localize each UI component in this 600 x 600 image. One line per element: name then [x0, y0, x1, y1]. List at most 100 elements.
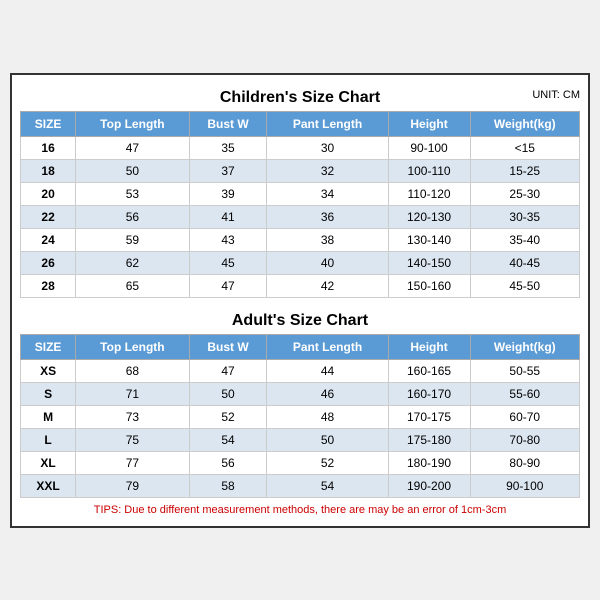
table-row: XL775652180-19080-90	[21, 451, 580, 474]
table-cell: 65	[76, 274, 190, 297]
adults-title-text: Adult's Size Chart	[232, 312, 368, 329]
table-cell: 80-90	[470, 451, 579, 474]
table-cell: 56	[76, 205, 190, 228]
table-cell: 35-40	[470, 228, 579, 251]
table-row: 28654742150-16045-50	[21, 274, 580, 297]
children-col-bust: Bust W	[189, 111, 267, 136]
adults-col-weight: Weight(kg)	[470, 334, 579, 359]
table-cell: <15	[470, 136, 579, 159]
table-row: 24594338130-14035-40	[21, 228, 580, 251]
table-row: 1647353090-100<15	[21, 136, 580, 159]
table-cell: 50-55	[470, 359, 579, 382]
adults-col-bust: Bust W	[189, 334, 267, 359]
table-cell: 32	[267, 159, 388, 182]
adults-col-height: Height	[388, 334, 470, 359]
table-cell: 41	[189, 205, 267, 228]
adults-col-top-length: Top Length	[76, 334, 190, 359]
table-cell: 20	[21, 182, 76, 205]
table-cell: 55-60	[470, 382, 579, 405]
table-row: 18503732100-11015-25	[21, 159, 580, 182]
table-cell: 43	[189, 228, 267, 251]
children-unit: UNIT: CM	[532, 89, 580, 101]
table-cell: 68	[76, 359, 190, 382]
adults-title: Adult's Size Chart	[20, 306, 580, 334]
table-cell: 25-30	[470, 182, 579, 205]
table-cell: 50	[189, 382, 267, 405]
table-cell: 62	[76, 251, 190, 274]
table-row: S715046160-17055-60	[21, 382, 580, 405]
table-cell: 75	[76, 428, 190, 451]
table-cell: 46	[267, 382, 388, 405]
table-cell: 52	[189, 405, 267, 428]
table-cell: M	[21, 405, 76, 428]
table-cell: 160-165	[388, 359, 470, 382]
table-cell: 52	[267, 451, 388, 474]
table-cell: 160-170	[388, 382, 470, 405]
table-cell: 16	[21, 136, 76, 159]
table-cell: 45-50	[470, 274, 579, 297]
tips-text: TIPS: Due to different measurement metho…	[20, 498, 580, 518]
table-cell: 110-120	[388, 182, 470, 205]
table-cell: 60-70	[470, 405, 579, 428]
table-cell: S	[21, 382, 76, 405]
table-cell: 58	[189, 474, 267, 497]
table-cell: 44	[267, 359, 388, 382]
table-row: L755450175-18070-80	[21, 428, 580, 451]
children-col-size: SIZE	[21, 111, 76, 136]
children-title-text: Children's Size Chart	[220, 89, 380, 106]
table-cell: 59	[76, 228, 190, 251]
table-cell: 50	[76, 159, 190, 182]
table-cell: 28	[21, 274, 76, 297]
table-cell: 18	[21, 159, 76, 182]
table-cell: 180-190	[388, 451, 470, 474]
table-cell: 175-180	[388, 428, 470, 451]
children-header-row: SIZE Top Length Bust W Pant Length Heigh…	[21, 111, 580, 136]
children-table: SIZE Top Length Bust W Pant Length Heigh…	[20, 111, 580, 298]
table-cell: 30	[267, 136, 388, 159]
adults-col-size: SIZE	[21, 334, 76, 359]
table-row: M735248170-17560-70	[21, 405, 580, 428]
table-cell: 47	[76, 136, 190, 159]
table-cell: 22	[21, 205, 76, 228]
table-cell: 54	[267, 474, 388, 497]
table-cell: L	[21, 428, 76, 451]
table-row: 20533934110-12025-30	[21, 182, 580, 205]
table-row: XS684744160-16550-55	[21, 359, 580, 382]
table-row: 22564136120-13030-35	[21, 205, 580, 228]
table-cell: XXL	[21, 474, 76, 497]
table-cell: 71	[76, 382, 190, 405]
table-cell: 36	[267, 205, 388, 228]
table-cell: 170-175	[388, 405, 470, 428]
table-cell: 35	[189, 136, 267, 159]
table-cell: 120-130	[388, 205, 470, 228]
table-cell: 40-45	[470, 251, 579, 274]
table-cell: 39	[189, 182, 267, 205]
table-row: 26624540140-15040-45	[21, 251, 580, 274]
table-cell: 53	[76, 182, 190, 205]
table-cell: 54	[189, 428, 267, 451]
children-col-height: Height	[388, 111, 470, 136]
table-cell: 30-35	[470, 205, 579, 228]
chart-container: Children's Size Chart UNIT: CM SIZE Top …	[10, 73, 590, 528]
table-cell: 140-150	[388, 251, 470, 274]
children-title: Children's Size Chart UNIT: CM	[20, 83, 580, 111]
table-cell: XL	[21, 451, 76, 474]
table-cell: 47	[189, 359, 267, 382]
table-cell: 77	[76, 451, 190, 474]
table-cell: 190-200	[388, 474, 470, 497]
children-col-top-length: Top Length	[76, 111, 190, 136]
table-cell: 100-110	[388, 159, 470, 182]
table-cell: 47	[189, 274, 267, 297]
table-cell: 34	[267, 182, 388, 205]
table-cell: 50	[267, 428, 388, 451]
table-cell: 73	[76, 405, 190, 428]
table-cell: 90-100	[470, 474, 579, 497]
table-cell: 48	[267, 405, 388, 428]
table-cell: 40	[267, 251, 388, 274]
table-cell: 79	[76, 474, 190, 497]
adults-table: SIZE Top Length Bust W Pant Length Heigh…	[20, 334, 580, 498]
adults-col-pant-length: Pant Length	[267, 334, 388, 359]
table-cell: 70-80	[470, 428, 579, 451]
children-col-weight: Weight(kg)	[470, 111, 579, 136]
table-cell: 37	[189, 159, 267, 182]
